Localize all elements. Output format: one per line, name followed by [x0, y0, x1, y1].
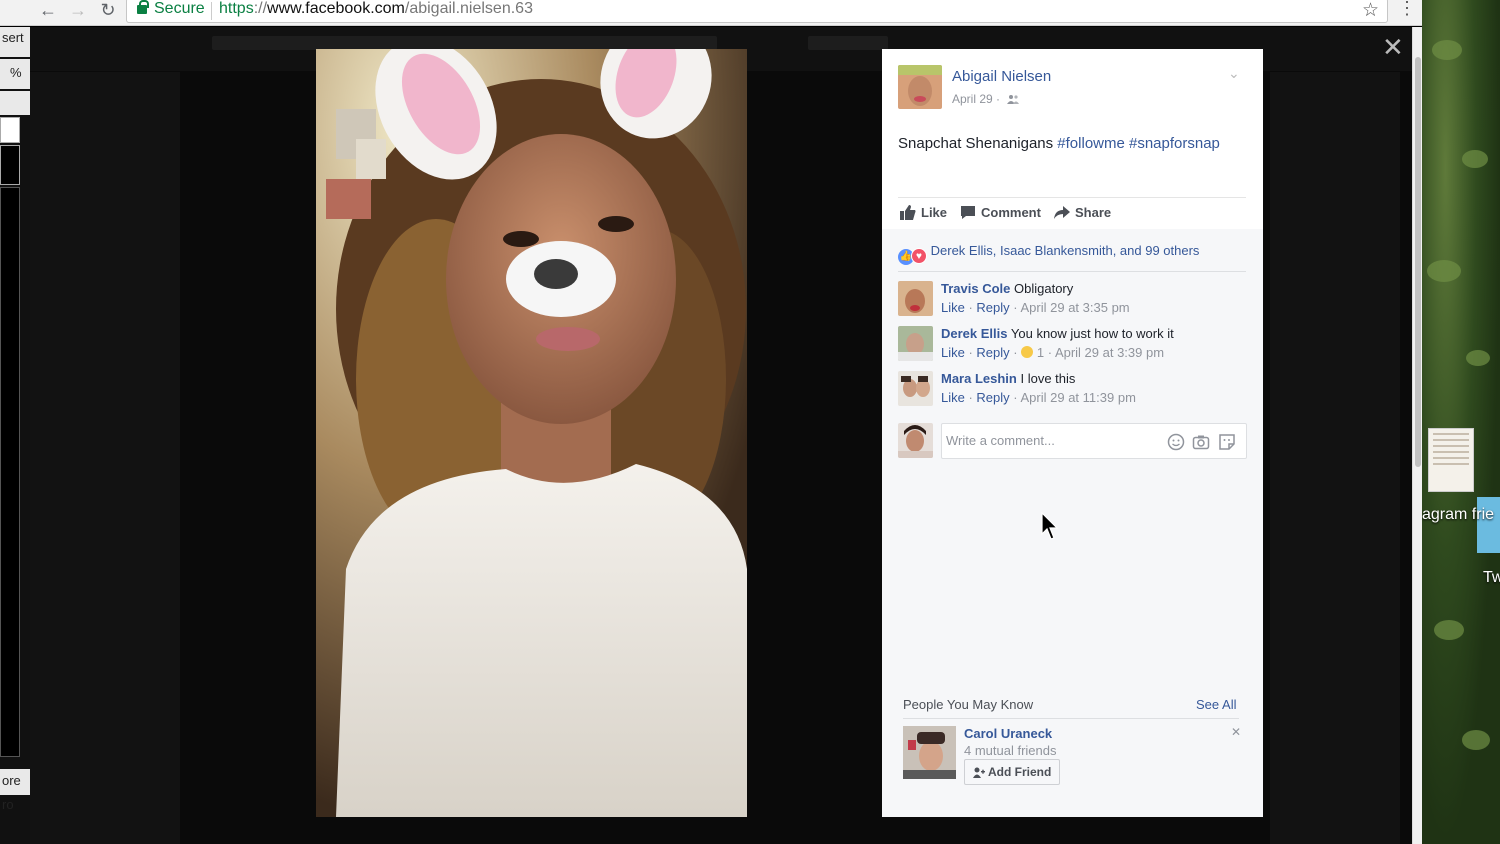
background-text-3: ore ro [0, 769, 30, 812]
emoji-icon[interactable] [1167, 433, 1185, 451]
friends-audience-icon[interactable] [1007, 94, 1020, 104]
write-comment-box [941, 423, 1247, 459]
add-friend-icon [973, 767, 985, 778]
comment-bubble-icon [961, 206, 975, 219]
reactions-summary[interactable]: 👍 ♥ Derek Ellis, Isaac Blankensmith, and … [898, 243, 1199, 265]
comment-time[interactable]: April 29 at 3:35 pm [1021, 300, 1130, 315]
comment-like-link[interactable]: Like [941, 345, 965, 360]
hashtag-followme[interactable]: #followme [1057, 135, 1125, 152]
desktop-background [1422, 0, 1500, 844]
post-text: Snapchat Shenanigans #followme #snapfors… [898, 135, 1220, 152]
post-date[interactable]: April 29 · [952, 92, 1000, 106]
comment-item: Derek Ellis You know just how to work it… [898, 326, 1246, 366]
comment-text: I love this [1020, 371, 1076, 386]
bookmark-star-icon[interactable]: ☆ [1362, 0, 1379, 22]
suggested-person-avatar[interactable] [903, 726, 956, 779]
comment-item: Travis Cole Obligatory Like · Reply · Ap… [898, 281, 1246, 321]
comment-reply-link[interactable]: Reply [976, 300, 1009, 315]
address-bar[interactable]: Secure https://www.facebook.com/abigail.… [126, 0, 1388, 23]
thumbs-up-icon [900, 205, 916, 220]
comment-text: You know just how to work it [1010, 326, 1174, 341]
suggested-person-name[interactable]: Carol Uraneck [964, 726, 1052, 741]
comment-time[interactable]: April 29 at 11:39 pm [1021, 390, 1136, 405]
comment-reply-link[interactable]: Reply [976, 390, 1009, 405]
dismiss-suggestion-icon[interactable]: ✕ [1231, 725, 1241, 739]
background-text-2: % [0, 59, 30, 89]
pymk-title: People You May Know [903, 697, 1034, 712]
commenter-name[interactable]: Mara Leshin [941, 371, 1017, 386]
comment-button[interactable]: Comment [960, 205, 1041, 220]
comment-time[interactable]: April 29 at 3:39 pm [1055, 345, 1164, 360]
comment-like-link[interactable]: Like [941, 300, 965, 315]
background-text-1: sert [0, 27, 30, 57]
commenter-avatar[interactable] [898, 371, 933, 406]
share-arrow-icon [1054, 206, 1070, 219]
mouse-cursor-icon [1041, 512, 1059, 540]
post-side-panel: Abigail Nielsen April 29 · ⌄ Snapchat Sh… [882, 49, 1263, 817]
comment-reply-link[interactable]: Reply [976, 345, 1009, 360]
share-button[interactable]: Share [1054, 205, 1111, 220]
haha-reaction-icon [1021, 346, 1034, 358]
camera-icon[interactable] [1192, 433, 1210, 451]
post-author-name[interactable]: Abigail Nielsen [952, 68, 1051, 85]
browser-toolbar: ← → ↻ Secure https://www.facebook.com/ab… [0, 0, 1422, 26]
author-avatar[interactable] [898, 65, 942, 109]
mutual-friends-count[interactable]: 4 mutual friends [964, 743, 1057, 758]
desktop-document-icon[interactable] [1428, 428, 1474, 492]
post-meta: April 29 · [952, 92, 1020, 106]
url-text[interactable]: https://www.facebook.com/abigail.nielsen… [219, 0, 533, 18]
current-user-avatar [898, 423, 933, 458]
close-photo-icon[interactable]: ✕ [1382, 34, 1404, 60]
selfie-image [316, 49, 747, 817]
lock-icon [137, 0, 149, 14]
comment-text: Obligatory [1014, 281, 1074, 296]
commenter-avatar[interactable] [898, 281, 933, 316]
comment-input[interactable] [946, 433, 1156, 448]
add-friend-button[interactable]: Add Friend [964, 759, 1061, 785]
comment-item: Mara Leshin I love this Like · Reply · A… [898, 371, 1246, 411]
post-photo[interactable] [316, 49, 747, 817]
reactions-text[interactable]: Derek Ellis, Isaac Blankensmith, and 99 … [931, 243, 1200, 258]
browser-window: ← → ↻ Secure https://www.facebook.com/ab… [0, 0, 1422, 844]
post-options-chevron-icon[interactable]: ⌄ [1228, 65, 1240, 82]
like-button[interactable]: Like [900, 205, 947, 220]
menu-kebab-icon[interactable]: ⋮ [1398, 0, 1416, 19]
background-window-strip: sert % ore ro [0, 27, 30, 844]
secure-label: Secure [154, 0, 205, 17]
hashtag-snapforsnap[interactable]: #snapforsnap [1129, 135, 1220, 152]
comment-reaction-count[interactable]: 1 [1037, 345, 1044, 360]
see-all-link[interactable]: See All [1196, 697, 1236, 712]
commenter-name[interactable]: Derek Ellis [941, 326, 1008, 341]
back-icon[interactable]: ← [36, 0, 60, 22]
desktop-file-label[interactable]: agram frie [1422, 506, 1494, 524]
commenter-avatar[interactable] [898, 326, 933, 361]
sticker-icon[interactable] [1218, 433, 1236, 451]
commenter-name[interactable]: Travis Cole [941, 281, 1010, 296]
desktop-file-label-2[interactable]: Tw [1483, 569, 1500, 587]
page-scrollbar[interactable] [1412, 27, 1422, 844]
love-reaction-icon: ♥ [911, 248, 927, 264]
forward-icon[interactable]: → [66, 0, 90, 22]
reload-icon[interactable]: ↻ [96, 0, 120, 22]
comment-like-link[interactable]: Like [941, 390, 965, 405]
